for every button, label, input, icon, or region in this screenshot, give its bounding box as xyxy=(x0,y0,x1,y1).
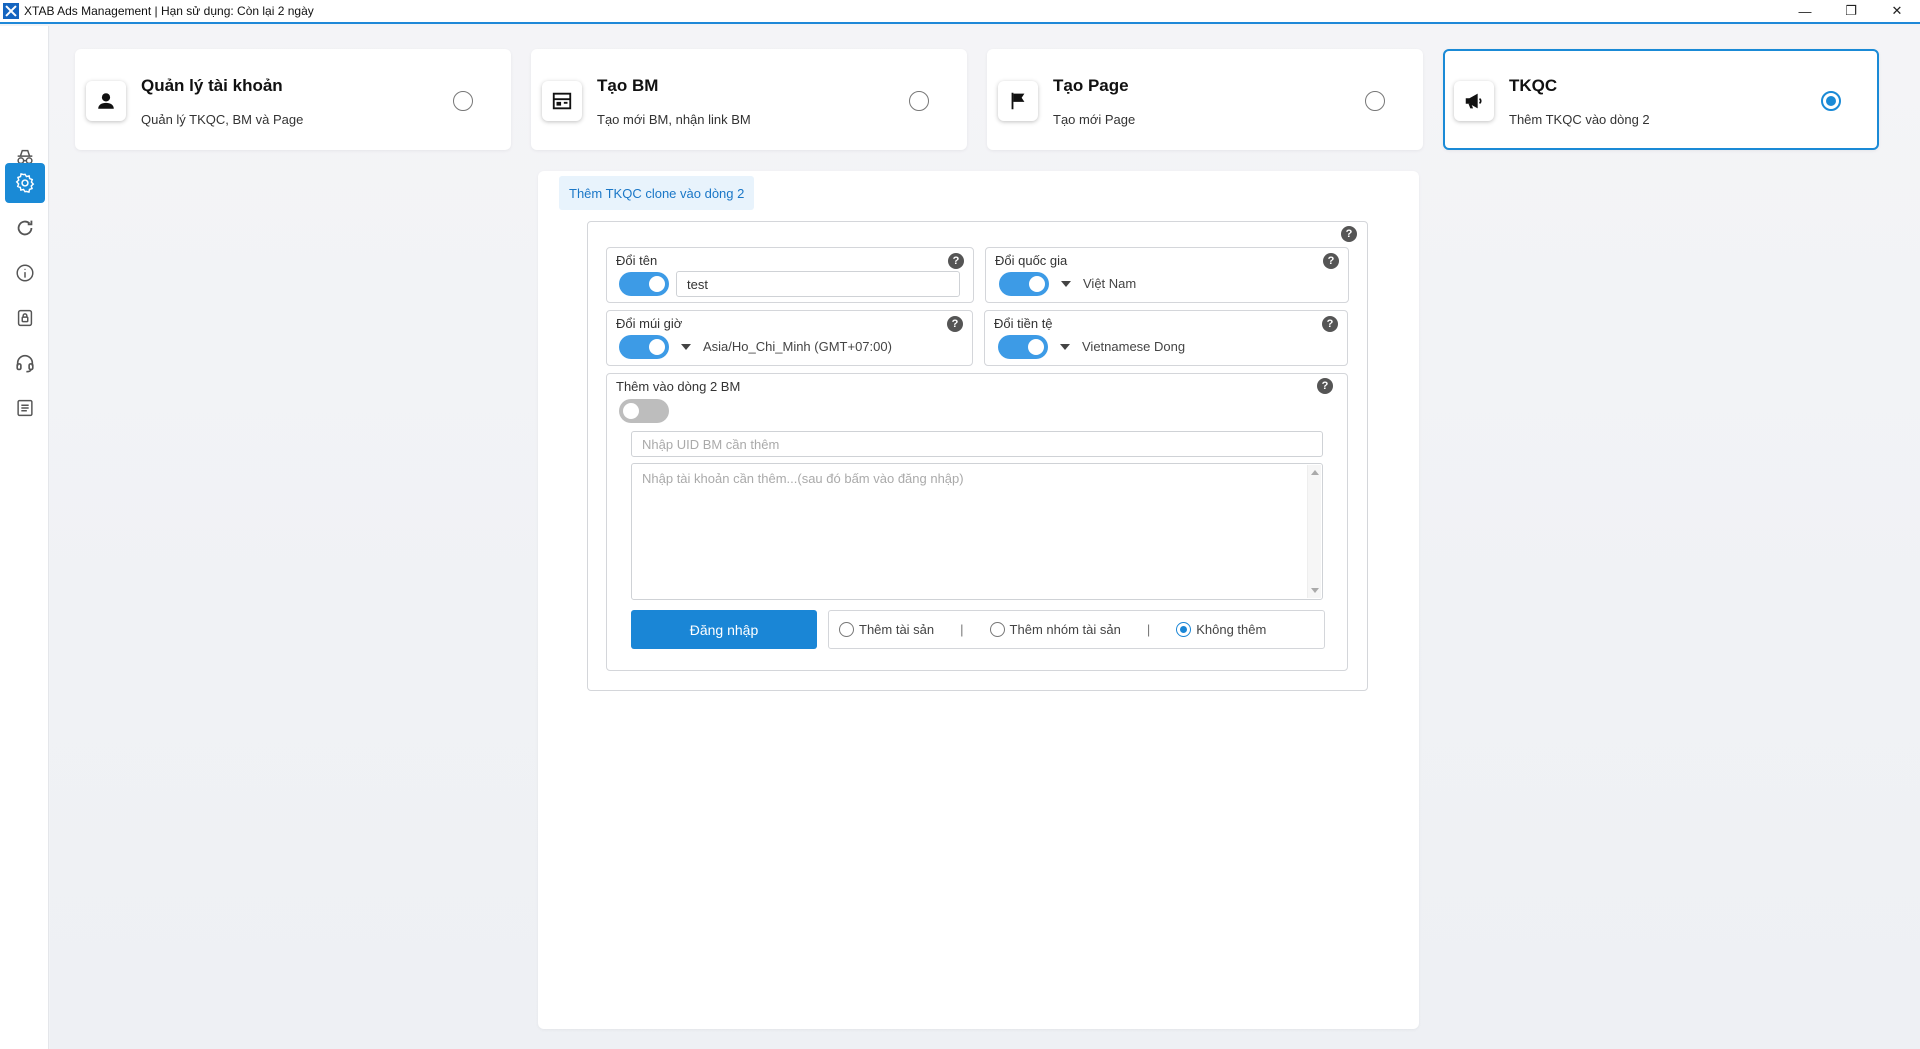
minimize-button[interactable]: — xyxy=(1782,0,1828,22)
headset-icon xyxy=(16,354,34,373)
add-option-group: Thêm tài sản | Thêm nhóm tài sản | Không… xyxy=(828,610,1325,649)
sidebar-item-settings[interactable] xyxy=(5,163,45,203)
card-create-page[interactable]: Tạo Page Tạo mới Page xyxy=(987,49,1423,150)
card-radio[interactable] xyxy=(1365,91,1385,111)
card-subtitle: Quản lý TKQC, BM và Page xyxy=(141,112,304,127)
country-toggle[interactable] xyxy=(999,272,1049,296)
sidebar-item-info[interactable] xyxy=(5,253,45,293)
card-subtitle: Thêm TKQC vào dòng 2 xyxy=(1509,112,1650,127)
refresh-icon xyxy=(17,220,33,236)
bm-uid-input[interactable]: Nhập UID BM cần thêm xyxy=(631,431,1323,457)
separator: | xyxy=(1146,622,1151,637)
chevron-down-icon xyxy=(1061,280,1071,287)
flag-icon xyxy=(1011,92,1025,110)
option-label: Không thêm xyxy=(1196,622,1267,637)
country-label: Đổi quốc gia xyxy=(995,253,1068,268)
sidebar-item-support[interactable] xyxy=(5,343,45,383)
scroll-up-icon[interactable] xyxy=(1311,470,1319,475)
card-title: TKQC xyxy=(1509,76,1558,95)
timezone-select[interactable]: Asia/Ho_Chi_Minh (GMT+07:00) xyxy=(681,339,892,354)
add-bm-section: Thêm vào dòng 2 BM ? Nhập UID BM cần thê… xyxy=(606,373,1348,671)
textarea-scrollbar[interactable] xyxy=(1307,465,1321,598)
settings-box: ? Đổi tên ? test Đổi quốc gia ? Việt Nam… xyxy=(587,221,1368,691)
accounts-textarea[interactable]: Nhập tài khoản cần thêm...(sau đó bấm và… xyxy=(631,463,1323,600)
option-add-asset[interactable]: Thêm tài sản xyxy=(839,622,934,637)
timezone-value: Asia/Ho_Chi_Minh (GMT+07:00) xyxy=(703,339,892,354)
login-button[interactable]: Đăng nhập xyxy=(631,610,817,649)
country-select[interactable]: Việt Nam xyxy=(1061,276,1136,291)
currency-toggle[interactable] xyxy=(998,335,1048,359)
currency-field: Đổi tiền tệ ? Vietnamese Dong xyxy=(984,310,1348,366)
rename-input[interactable]: test xyxy=(676,271,960,297)
currency-label: Đổi tiền tệ xyxy=(994,316,1053,331)
currency-select[interactable]: Vietnamese Dong xyxy=(1060,339,1185,354)
card-icon xyxy=(86,81,126,121)
add-bm-toggle[interactable] xyxy=(619,399,669,423)
radio-button[interactable] xyxy=(989,622,1005,637)
chevron-down-icon xyxy=(681,343,691,350)
help-icon[interactable]: ? xyxy=(1322,316,1338,332)
scroll-down-icon[interactable] xyxy=(1311,588,1319,593)
gear-icon xyxy=(15,173,35,193)
card-icon xyxy=(998,81,1038,121)
card-radio[interactable] xyxy=(453,91,473,111)
radio-button[interactable] xyxy=(1176,622,1192,637)
card-icon xyxy=(1454,81,1494,121)
sidebar-item-refresh[interactable] xyxy=(5,208,45,248)
card-subtitle: Tạo mới Page xyxy=(1053,112,1136,127)
card-account-management[interactable]: Quản lý tài khoản Quản lý TKQC, BM và Pa… xyxy=(75,49,511,150)
option-add-asset-group[interactable]: Thêm nhóm tài sản xyxy=(989,622,1121,637)
sidebar-item-lock[interactable] xyxy=(5,298,45,338)
radio-button[interactable] xyxy=(839,622,854,637)
timezone-field: Đổi múi giờ ? Asia/Ho_Chi_Minh (GMT+07:0… xyxy=(606,310,973,366)
card-tkqc[interactable]: TKQC Thêm TKQC vào dòng 2 xyxy=(1443,49,1879,150)
separator: | xyxy=(960,622,964,637)
option-label: Thêm tài sản xyxy=(859,622,935,637)
info-icon xyxy=(16,264,34,282)
card-title: Tạo BM xyxy=(597,76,659,95)
app-logo-icon xyxy=(3,3,19,19)
timezone-toggle[interactable] xyxy=(619,335,669,359)
restore-button[interactable]: ❐ xyxy=(1828,0,1874,22)
tkqc-panel: Thêm TKQC clone vào dòng 2 ? Đổi tên ? t… xyxy=(538,171,1419,1029)
help-icon[interactable]: ? xyxy=(1341,226,1357,242)
window-title: XTAB Ads Management | Hạn sử dụng: Còn l… xyxy=(24,4,314,18)
card-radio[interactable] xyxy=(1821,91,1841,111)
help-icon[interactable]: ? xyxy=(1317,378,1333,394)
add-bm-label: Thêm vào dòng 2 BM xyxy=(616,379,741,394)
list-icon xyxy=(17,399,33,417)
option-label: Thêm nhóm tài sản xyxy=(1009,622,1121,637)
close-button[interactable]: ✕ xyxy=(1874,0,1920,22)
country-value: Việt Nam xyxy=(1083,276,1137,291)
business-icon xyxy=(552,92,572,110)
lock-icon xyxy=(17,309,33,327)
help-icon[interactable]: ? xyxy=(947,316,963,332)
rename-label: Đổi tên xyxy=(616,253,658,268)
card-create-bm[interactable]: Tạo BM Tạo mới BM, nhận link BM xyxy=(531,49,967,150)
country-field: Đổi quốc gia ? Việt Nam xyxy=(985,247,1349,303)
chevron-down-icon xyxy=(1060,343,1070,350)
title-bar: XTAB Ads Management | Hạn sử dụng: Còn l… xyxy=(0,0,1920,24)
accounts-placeholder: Nhập tài khoản cần thêm...(sau đó bấm và… xyxy=(642,471,964,486)
currency-value: Vietnamese Dong xyxy=(1082,339,1186,354)
megaphone-icon xyxy=(1465,93,1482,109)
option-no-add[interactable]: Không thêm xyxy=(1176,622,1266,637)
sidebar-item-logs[interactable] xyxy=(5,388,45,428)
tab-add-tkqc[interactable]: Thêm TKQC clone vào dòng 2 xyxy=(559,176,755,210)
bm-uid-placeholder: Nhập UID BM cần thêm xyxy=(642,436,780,452)
sidebar xyxy=(0,26,49,1049)
card-icon xyxy=(542,81,582,121)
help-icon[interactable]: ? xyxy=(1323,253,1339,269)
rename-toggle[interactable] xyxy=(619,272,669,296)
help-icon[interactable]: ? xyxy=(948,253,964,269)
rename-field: Đổi tên ? test xyxy=(606,247,974,303)
card-title: Quản lý tài khoản xyxy=(141,76,283,95)
window-controls: — ❐ ✕ xyxy=(1782,0,1920,22)
card-radio[interactable] xyxy=(909,91,929,111)
card-title: Tạo Page xyxy=(1053,76,1129,95)
timezone-label: Đổi múi giờ xyxy=(616,316,683,331)
card-subtitle: Tạo mới BM, nhận link BM xyxy=(597,112,751,127)
user-icon xyxy=(98,93,114,109)
